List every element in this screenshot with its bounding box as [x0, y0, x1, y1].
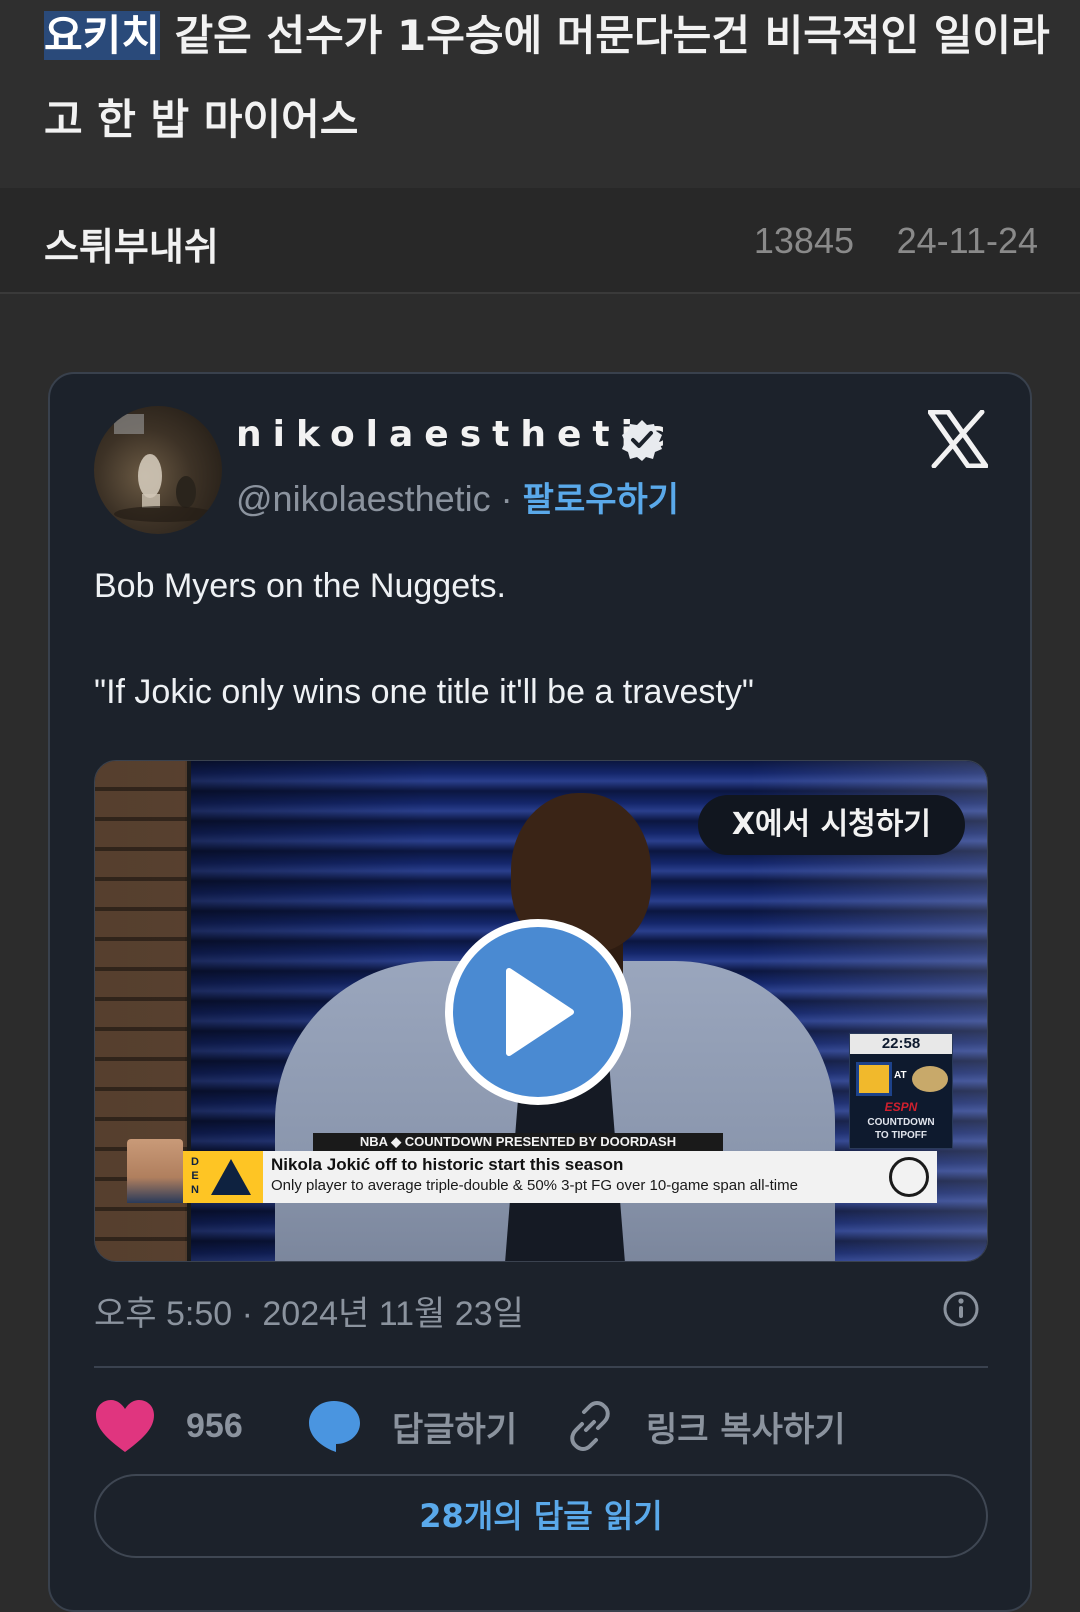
handle-separator: · — [490, 478, 523, 519]
title-highlight[interactable]: 요키치 — [44, 11, 160, 60]
nuggets-logo — [211, 1159, 251, 1195]
show-bar: NBA ◆ COUNTDOWN PRESENTED BY DOORDASH — [313, 1133, 723, 1151]
post-title: 요키치 같은 선수가 1우승에 머문다는건 비극적인 일이라고 한 밥 마이어스 — [44, 0, 1054, 162]
countdown-text: COUNTDOWN TO TIPOFF — [850, 1116, 952, 1142]
post-title-area: 요키치 같은 선수가 1우승에 머문다는건 비극적인 일이라고 한 밥 마이어스 — [0, 0, 1080, 188]
avatar[interactable] — [94, 406, 222, 534]
x-logo-icon[interactable] — [928, 410, 988, 468]
scoreboard-at: AT — [894, 1070, 907, 1081]
play-button[interactable] — [445, 919, 631, 1105]
network-logo: ESPN — [884, 1100, 918, 1114]
reply-label: 답글하기 — [392, 1409, 518, 1450]
verified-badge-icon — [622, 420, 662, 461]
like-count: 956 — [186, 1406, 243, 1445]
divider — [94, 1366, 988, 1368]
post-meta-bar: 스튀부내쉬 13845 24-11-24 — [0, 188, 1080, 294]
play-icon — [506, 968, 574, 1056]
like-action[interactable]: 956 — [94, 1384, 243, 1468]
tweet-timestamp[interactable]: 오후 5:50 · 2024년 11월 23일 — [94, 1286, 524, 1335]
post-date: 24-11-24 — [896, 220, 1038, 261]
scoreboard-time: 22:58 — [850, 1034, 952, 1054]
info-icon[interactable] — [942, 1290, 980, 1328]
title-rest: 같은 선수가 1우승에 머문다는건 비극적인 일이라고 한 밥 마이어스 — [44, 11, 1050, 144]
display-name[interactable]: nikolaesthetic — [236, 414, 676, 455]
handle-line: @nikolaesthetic · 팔로우하기 — [236, 472, 679, 521]
reply-bubble-icon — [309, 1401, 360, 1452]
view-count: 13845 — [753, 220, 854, 261]
author-name[interactable]: 스튀부내쉬 — [44, 216, 219, 271]
copy-link-action[interactable]: 링크 복사하기 — [564, 1384, 846, 1468]
team-logos: AT — [850, 1058, 952, 1100]
lower-third: D E N Nikola Jokić off to historic start… — [127, 1139, 937, 1203]
heart-icon — [96, 1400, 154, 1452]
tweet-embed-card: nikolaesthetic @nikolaesthetic · 팔로우하기 B… — [48, 372, 1032, 1612]
watch-on-x-button[interactable]: X에서 시청하기 — [697, 795, 965, 855]
team-abbr: D E N — [191, 1156, 199, 1196]
pelicans-logo — [912, 1066, 948, 1092]
follow-button[interactable]: 팔로우하기 — [523, 480, 679, 520]
lower-third-headline: Nikola Jokić off to historic start this … — [271, 1155, 624, 1174]
tweet-actions: 956 답글하기 링크 복사하기 — [94, 1384, 988, 1468]
tweet-text: Bob Myers on the Nuggets. "If Jokic only… — [94, 560, 994, 772]
handle[interactable]: @nikolaesthetic — [236, 478, 491, 519]
tweet-line: "If Jokic only wins one title it'll be a… — [94, 673, 754, 711]
tweet-line: Bob Myers on the Nuggets. — [94, 567, 507, 605]
link-icon — [570, 1401, 610, 1451]
warriors-logo — [856, 1062, 892, 1096]
avatar-image — [114, 414, 214, 522]
copy-link-label: 링크 복사하기 — [646, 1409, 846, 1450]
scoreboard-bug: 22:58 AT ESPN COUNTDOWN TO TIPOFF — [849, 1033, 953, 1149]
team-panel: D E N — [183, 1151, 263, 1203]
player-headshot — [127, 1139, 183, 1203]
lower-third-subline: Only player to average triple-double & 5… — [271, 1177, 798, 1194]
read-replies-button[interactable]: 28개의 답글 읽기 — [94, 1474, 988, 1558]
nba-logo-icon — [889, 1157, 929, 1197]
countdown-line-2: TO TIPOFF — [874, 1130, 928, 1141]
video-player[interactable]: X에서 시청하기 22:58 AT ESPN COUNTDOWN TO TIPO… — [94, 760, 988, 1262]
countdown-line-1: COUNTDOWN — [867, 1117, 935, 1128]
reply-action[interactable]: 답글하기 — [306, 1384, 517, 1468]
